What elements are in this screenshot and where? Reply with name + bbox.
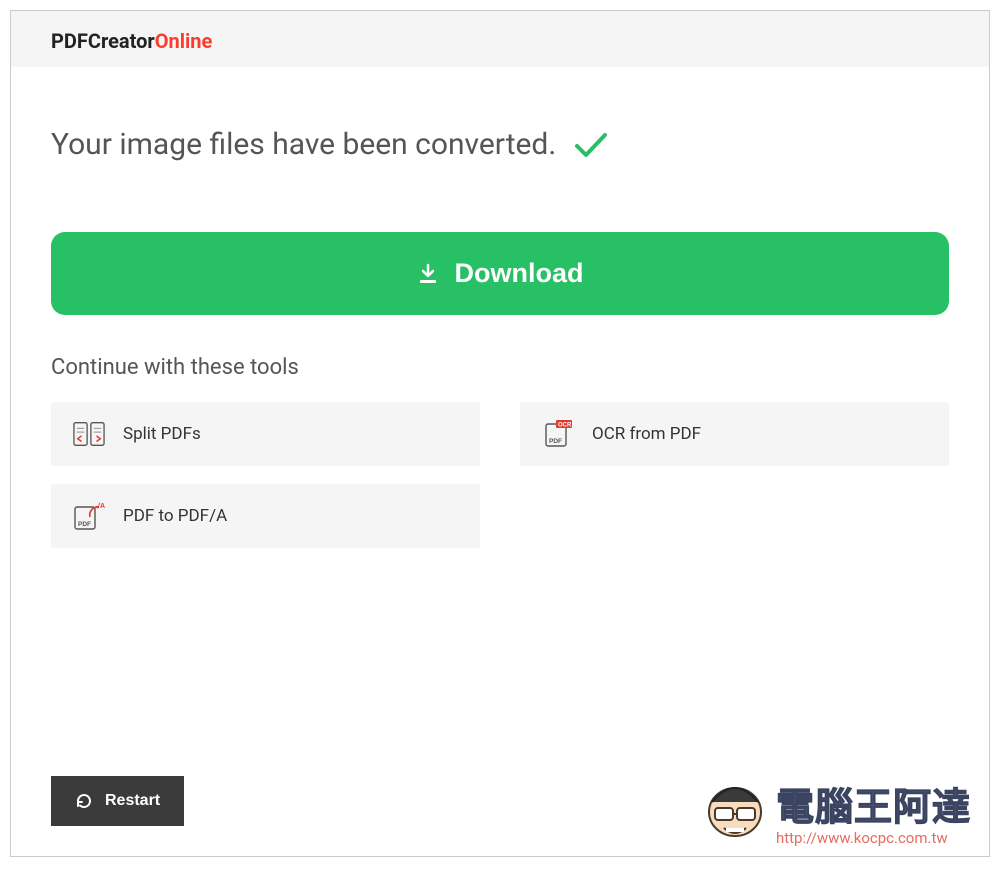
split-pdf-icon bbox=[73, 420, 105, 448]
tool-split-pdfs[interactable]: Split PDFs bbox=[51, 402, 480, 466]
checkmark-icon bbox=[574, 131, 608, 159]
tool-ocr-from-pdf[interactable]: PDF OCR OCR from PDF bbox=[520, 402, 949, 466]
app-logo[interactable]: PDFCreatorOnline bbox=[51, 29, 949, 53]
download-icon bbox=[417, 263, 439, 285]
svg-text:OCR: OCR bbox=[558, 423, 572, 429]
ocr-pdf-icon: PDF OCR bbox=[542, 420, 574, 448]
pdfa-icon: PDF /A bbox=[73, 502, 105, 530]
download-button[interactable]: Download bbox=[51, 232, 949, 315]
watermark-url: http://www.kocpc.com.tw bbox=[776, 830, 971, 847]
tool-label: PDF to PDF/A bbox=[123, 506, 227, 526]
download-label: Download bbox=[455, 258, 584, 289]
restart-label: Restart bbox=[105, 792, 160, 810]
watermark-mascot-icon bbox=[700, 768, 770, 846]
watermark: 電腦王阿達 http://www.kocpc.com.tw bbox=[700, 768, 971, 846]
success-message: Your image files have been converted. bbox=[51, 127, 556, 162]
success-row: Your image files have been converted. bbox=[51, 127, 949, 162]
tool-label: Split PDFs bbox=[123, 424, 201, 444]
logo-part-1: PDFCreator bbox=[51, 29, 155, 53]
restart-button[interactable]: Restart bbox=[51, 776, 184, 826]
svg-text:PDF: PDF bbox=[549, 438, 562, 445]
logo-part-2: Online bbox=[155, 29, 213, 53]
svg-text:/A: /A bbox=[98, 503, 105, 510]
svg-text:PDF: PDF bbox=[78, 521, 91, 528]
restart-icon bbox=[75, 792, 93, 810]
tool-pdf-to-pdfa[interactable]: PDF /A PDF to PDF/A bbox=[51, 484, 480, 548]
header-bar: PDFCreatorOnline bbox=[11, 11, 989, 67]
continue-title: Continue with these tools bbox=[51, 355, 949, 380]
tools-grid: Split PDFs PDF OCR OCR from PDF bbox=[51, 402, 949, 548]
tool-label: OCR from PDF bbox=[592, 424, 701, 444]
watermark-text: 電腦王阿達 bbox=[776, 788, 971, 830]
